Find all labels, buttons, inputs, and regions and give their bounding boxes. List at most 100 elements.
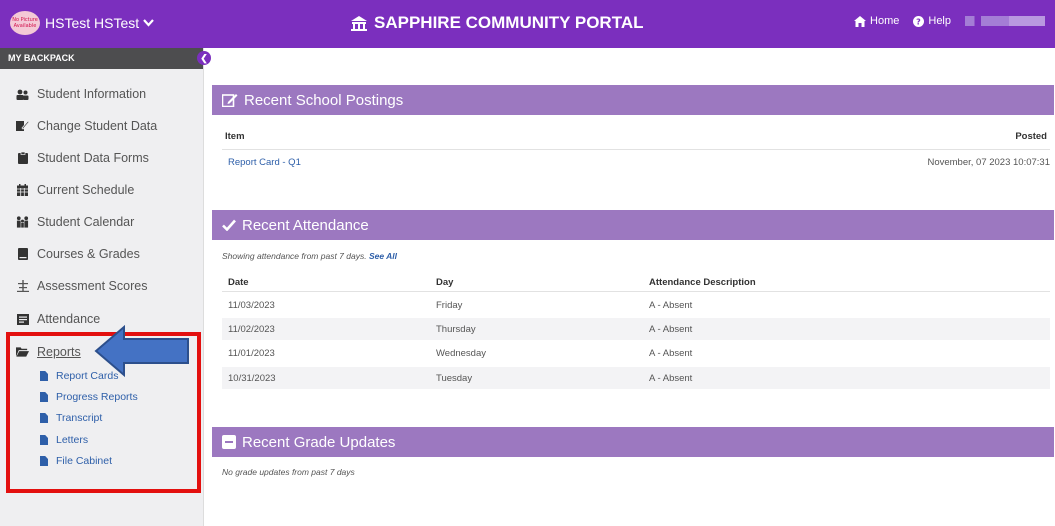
attendance-col-day: Day xyxy=(436,277,454,288)
home-link[interactable]: Home xyxy=(854,15,899,27)
letters-label: Letters xyxy=(56,434,89,446)
attendance-description: A - Absent xyxy=(649,300,693,311)
sidebar-item-label: Assessment Scores xyxy=(37,279,148,293)
chevron-down-icon xyxy=(143,19,154,27)
table-row: 10/31/2023 Tuesday A - Absent xyxy=(222,367,1050,389)
document-icon xyxy=(40,435,48,445)
clipboard-icon xyxy=(16,152,29,164)
postings-col-item: Item xyxy=(225,131,245,142)
home-link-label: Home xyxy=(870,15,900,27)
help-link-label: Help xyxy=(928,15,951,27)
attendance-date: 11/01/2023 xyxy=(228,348,275,359)
checkmark-icon xyxy=(222,219,236,231)
scale-icon xyxy=(16,280,29,292)
sidebar-item-student-information[interactable]: Student Information xyxy=(16,84,146,104)
book-icon xyxy=(16,248,29,260)
backpack-header-label: MY BACKPACK xyxy=(8,53,75,63)
attendance-description: A - Absent xyxy=(649,324,693,335)
help-link[interactable]: ? Help xyxy=(913,15,951,27)
sidebar-item-label: Student Data Forms xyxy=(37,151,149,165)
family-icon xyxy=(16,216,29,228)
attendance-day: Wednesday xyxy=(436,348,486,359)
attendance-description: A - Absent xyxy=(649,373,693,384)
attendance-date: 11/03/2023 xyxy=(228,300,275,311)
user-name: HSTest HSTest xyxy=(45,15,140,31)
attendance-note-text: Showing attendance from past 7 days. xyxy=(222,251,367,261)
attendance-note: Showing attendance from past 7 days. See… xyxy=(222,251,397,261)
attendance-date: 11/02/2023 xyxy=(228,324,275,335)
sidebar-item-attendance[interactable]: Attendance xyxy=(16,309,100,329)
sidebar-item-reports[interactable]: Reports xyxy=(16,342,81,362)
sidebar-item-student-calendar[interactable]: Student Calendar xyxy=(16,212,134,232)
sidebar-item-label: Change Student Data xyxy=(37,119,158,133)
grade-updates-title: Recent Grade Updates xyxy=(242,433,396,451)
postings-col-posted: Posted xyxy=(1015,131,1047,142)
document-icon xyxy=(40,456,48,466)
see-all-link[interactable]: See All xyxy=(369,251,397,261)
attendance-day: Tuesday xyxy=(436,373,473,384)
portal-title-text: SAPPHIRE COMMUNITY PORTAL xyxy=(374,13,644,32)
user-menu[interactable]: HSTest HSTest xyxy=(45,15,154,31)
file-cabinet-label: File Cabinet xyxy=(56,455,113,467)
question-circle-icon: ? xyxy=(913,15,925,27)
edit-icon xyxy=(16,120,29,132)
avatar-placeholder-text: No Picture Available xyxy=(12,17,38,29)
table-row: 11/01/2023 Wednesday A - Absent xyxy=(222,342,1050,364)
attendance-col-description: Attendance Description xyxy=(649,277,756,288)
document-icon xyxy=(40,371,48,381)
backpack-header: MY BACKPACK ❮ xyxy=(0,48,211,69)
attendance-date: 10/31/2023 xyxy=(228,373,276,384)
letters-link[interactable]: Letters xyxy=(40,432,88,448)
document-icon xyxy=(40,392,48,402)
posting-item-link[interactable]: Report Card - Q1 xyxy=(228,157,301,168)
edit-square-icon xyxy=(222,94,238,107)
top-links: Home ? Help xyxy=(854,15,1045,27)
postings-divider xyxy=(222,149,1050,150)
table-row: 11/03/2023 Friday A - Absent xyxy=(222,294,1050,316)
attendance-header: Recent Attendance xyxy=(212,210,1054,240)
school-postings-header: Recent School Postings xyxy=(212,85,1054,115)
file-cabinet-link[interactable]: File Cabinet xyxy=(40,453,112,469)
attendance-icon xyxy=(16,313,29,325)
sidebar-item-change-student-data[interactable]: Change Student Data xyxy=(16,116,157,136)
sidebar-item-student-data-forms[interactable]: Student Data Forms xyxy=(16,148,149,168)
svg-text:?: ? xyxy=(917,17,922,26)
table-row: Report Card - Q1 November, 07 2023 10:07… xyxy=(222,151,1050,173)
transcript-link[interactable]: Transcript xyxy=(40,410,102,426)
home-icon xyxy=(854,15,867,27)
school-building-icon xyxy=(351,16,367,31)
sidebar-item-courses-grades[interactable]: Courses & Grades xyxy=(16,244,140,264)
redacted-user-info xyxy=(965,16,1045,26)
sidebar-item-label: Current Schedule xyxy=(37,183,135,197)
avatar[interactable]: No Picture Available xyxy=(10,11,40,35)
top-bar: No Picture Available HSTest HSTest SAPPH… xyxy=(0,0,1055,48)
attendance-title: Recent Attendance xyxy=(242,216,369,234)
collapse-sidebar-button[interactable]: ❮ xyxy=(197,51,211,65)
portal-title: SAPPHIRE COMMUNITY PORTAL xyxy=(350,13,644,33)
progress-reports-link[interactable]: Progress Reports xyxy=(40,389,138,405)
sidebar-item-label: Courses & Grades xyxy=(37,247,140,261)
school-postings-title: Recent School Postings xyxy=(244,91,404,109)
grade-updates-header: Recent Grade Updates xyxy=(212,427,1054,457)
attendance-day: Friday xyxy=(436,300,463,311)
sidebar-item-assessment-scores[interactable]: Assessment Scores xyxy=(16,276,147,296)
attendance-description: A - Absent xyxy=(649,348,693,359)
posting-date: November, 07 2023 10:07:31 xyxy=(927,157,1050,168)
sidebar-item-label: Student Calendar xyxy=(37,215,135,229)
sidebar-item-label: Reports xyxy=(37,345,81,359)
pointer-arrow xyxy=(94,324,189,378)
gradebook-icon xyxy=(222,435,236,449)
attendance-divider xyxy=(222,291,1050,292)
folder-open-icon xyxy=(16,346,29,358)
grade-updates-note: No grade updates from past 7 days xyxy=(222,467,355,477)
table-row: 11/02/2023 Thursday A - Absent xyxy=(222,318,1050,340)
progress-reports-label: Progress Reports xyxy=(56,391,138,403)
sidebar-item-label: Student Information xyxy=(37,87,147,101)
transcript-label: Transcript xyxy=(56,412,103,424)
document-icon xyxy=(40,413,48,423)
users-icon xyxy=(16,88,29,100)
attendance-col-date: Date xyxy=(228,277,249,288)
calendar-grid-icon xyxy=(16,184,29,196)
sidebar-item-label: Attendance xyxy=(37,312,101,326)
sidebar-item-current-schedule[interactable]: Current Schedule xyxy=(16,180,134,200)
